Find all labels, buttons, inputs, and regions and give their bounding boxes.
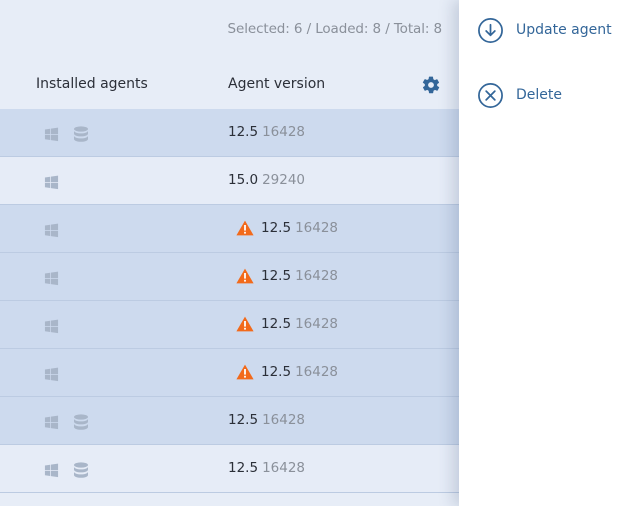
- agent-build: 16428: [262, 124, 306, 140]
- column-header-agent-version[interactable]: Agent version: [228, 76, 325, 92]
- delete-label: Delete: [516, 87, 562, 103]
- delete-button[interactable]: Delete: [477, 81, 562, 109]
- windows-icon: [44, 271, 59, 285]
- installed-agents-icons: [44, 461, 89, 479]
- agent-version: 12.5: [228, 124, 259, 140]
- actions-panel: Update agent Delete: [459, 0, 626, 506]
- table-row[interactable]: 12.5 16428: [0, 301, 459, 349]
- windows-icon: [44, 415, 59, 429]
- table-header: Installed agents Agent version: [0, 60, 459, 109]
- agent-version-cell: 12.5 16428: [236, 268, 338, 284]
- agents-table-body: 12.5 16428 15.0 29240 12.5 16428 12.5 16428 12.5…: [0, 109, 459, 493]
- installed-agents-icons: [44, 413, 89, 431]
- selection-status: Selected: 6 / Loaded: 8 / Total: 8: [227, 21, 443, 37]
- agent-version: 12.5: [261, 364, 292, 380]
- agent-version: 15.0: [228, 172, 259, 188]
- installed-agents-icons: [44, 173, 59, 191]
- windows-icon: [44, 367, 59, 381]
- agent-version-cell: 15.0 29240: [228, 172, 305, 188]
- gear-icon[interactable]: [421, 75, 441, 95]
- table-row[interactable]: 12.5 16428: [0, 109, 459, 157]
- database-icon: [74, 461, 88, 478]
- agent-build: 16428: [295, 220, 339, 236]
- download-circle-icon: [478, 17, 503, 43]
- windows-icon: [44, 175, 59, 189]
- windows-icon: [44, 463, 59, 477]
- update-agent-button[interactable]: Update agent: [477, 16, 612, 44]
- agent-version-cell: 12.5 16428: [236, 364, 338, 380]
- database-icon: [74, 125, 88, 142]
- table-row[interactable]: 12.5 16428: [0, 445, 459, 493]
- warning-icon: [236, 220, 254, 236]
- agent-version: 12.5: [228, 412, 259, 428]
- database-icon: [74, 413, 88, 430]
- agent-version-cell: 12.5 16428: [228, 412, 305, 428]
- table-row[interactable]: 12.5 16428: [0, 349, 459, 397]
- installed-agents-icons: [44, 125, 89, 143]
- agent-version: 12.5: [261, 220, 292, 236]
- agent-build: 16428: [295, 364, 339, 380]
- installed-agents-icons: [44, 221, 59, 239]
- windows-icon: [44, 319, 59, 333]
- windows-icon: [44, 223, 59, 237]
- agents-grid: Selected: 6 / Loaded: 8 / Total: 8 Insta…: [0, 0, 459, 506]
- close-circle-icon: [478, 82, 503, 108]
- update-agent-label: Update agent: [516, 22, 612, 38]
- agent-version: 12.5: [228, 460, 259, 476]
- agent-version-cell: 12.5 16428: [236, 220, 338, 236]
- agent-build: 16428: [295, 268, 339, 284]
- warning-icon: [236, 268, 254, 284]
- warning-icon: [236, 316, 254, 332]
- table-row[interactable]: 15.0 29240: [0, 157, 459, 205]
- installed-agents-icons: [44, 317, 59, 335]
- table-row[interactable]: 12.5 16428: [0, 205, 459, 253]
- agent-version-cell: 12.5 16428: [236, 316, 338, 332]
- column-header-installed-agents[interactable]: Installed agents: [36, 76, 148, 92]
- agent-build: 16428: [262, 460, 306, 476]
- windows-icon: [44, 127, 59, 141]
- installed-agents-icons: [44, 365, 59, 383]
- agent-version: 12.5: [261, 316, 292, 332]
- table-row[interactable]: 12.5 16428: [0, 397, 459, 445]
- table-row[interactable]: 12.5 16428: [0, 253, 459, 301]
- agent-version-cell: 12.5 16428: [228, 124, 305, 140]
- agent-version-cell: 12.5 16428: [228, 460, 305, 476]
- agent-build: 16428: [262, 412, 306, 428]
- agent-build: 16428: [295, 316, 339, 332]
- installed-agents-icons: [44, 269, 59, 287]
- agent-build: 29240: [262, 172, 306, 188]
- agent-version: 12.5: [261, 268, 292, 284]
- warning-icon: [236, 364, 254, 380]
